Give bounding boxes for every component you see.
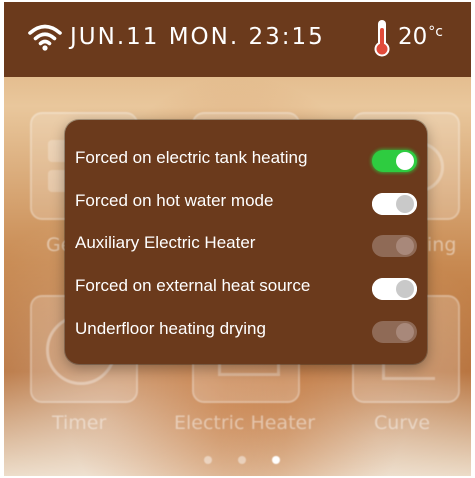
option-label: Forced on external heat source: [75, 276, 311, 295]
option-row-underfloor-heating-drying[interactable]: Underfloor heating drying: [65, 309, 427, 351]
underfloor-heating-drying-toggle[interactable]: [372, 321, 417, 343]
option-label: Forced on electric tank heating: [75, 148, 308, 167]
toggle-knob: [396, 237, 414, 255]
status-bar: JUN.11 MON. 23:15 20°c: [4, 2, 471, 77]
temperature-readout: 20°c: [398, 24, 443, 50]
toggle-knob: [396, 195, 414, 213]
option-row-electric-tank-heating[interactable]: Forced on electric tank heating: [65, 138, 427, 180]
toggle-knob: [396, 323, 414, 341]
forced-options-dialog: Forced on electric tank heating Forced o…: [65, 120, 427, 364]
temperature-value: 20: [398, 24, 428, 50]
temperature-unit: °c: [428, 24, 443, 40]
option-label: Forced on hot water mode: [75, 191, 274, 210]
hot-water-mode-toggle[interactable]: [372, 193, 417, 215]
toggle-knob: [396, 280, 414, 298]
option-row-external-heat-source[interactable]: Forced on external heat source: [65, 266, 427, 308]
external-heat-source-toggle[interactable]: [372, 278, 417, 300]
option-row-auxiliary-electric-heater[interactable]: Auxiliary Electric Heater: [65, 223, 427, 265]
page-dot-2[interactable]: [238, 456, 246, 464]
auxiliary-electric-heater-toggle[interactable]: [372, 235, 417, 257]
thermometer-icon: [374, 20, 390, 57]
tile-label-setting: ing: [427, 234, 457, 256]
option-label: Auxiliary Electric Heater: [75, 233, 256, 252]
wifi-icon: [28, 24, 62, 51]
option-row-hot-water-mode[interactable]: Forced on hot water mode: [65, 181, 427, 223]
screen: Ge ing Timer Electric Heater Curve JUN.1…: [4, 2, 471, 476]
tile-label-electric-heater: Electric Heater: [174, 412, 316, 434]
tile-label-curve: Curve: [374, 412, 431, 434]
toggle-knob: [396, 152, 414, 170]
tile-label-timer: Timer: [52, 412, 107, 434]
page-dot-1[interactable]: [204, 456, 212, 464]
page-dot-3[interactable]: [272, 456, 280, 464]
electric-tank-heating-toggle[interactable]: [372, 150, 417, 172]
datetime: JUN.11 MON. 23:15: [70, 24, 325, 50]
option-label: Underfloor heating drying: [75, 319, 266, 338]
